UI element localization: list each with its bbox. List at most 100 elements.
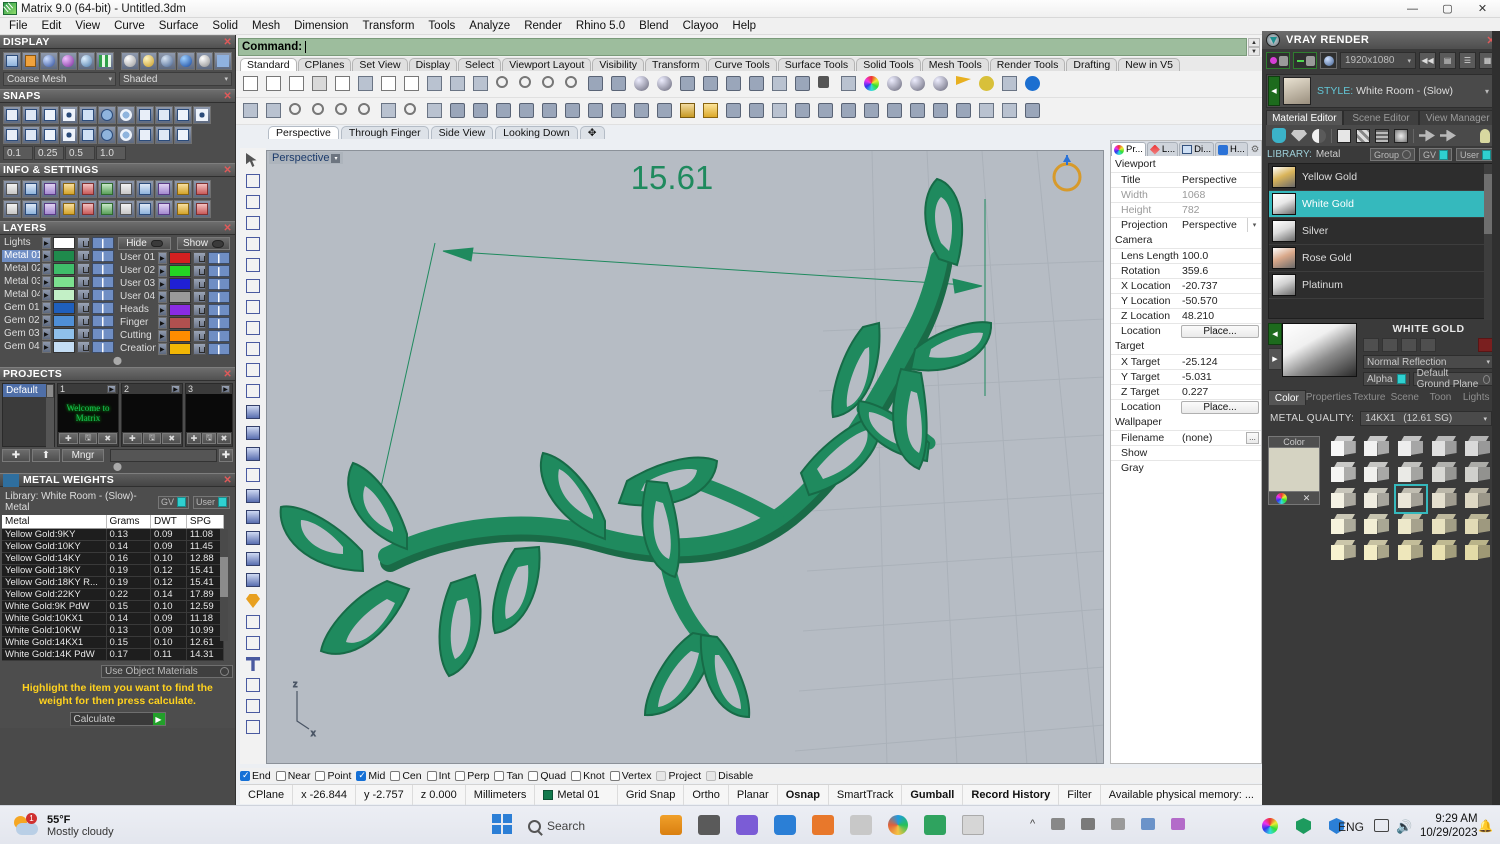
layer-row-heads[interactable]: Heads ▶ ❙ <box>118 304 231 316</box>
lock-icon[interactable] <box>77 263 90 275</box>
vray-gv-button[interactable]: GV <box>1418 148 1452 161</box>
rectangle-icon[interactable] <box>242 297 264 317</box>
status-toggle-planar[interactable]: Planar <box>729 784 778 805</box>
open-file-icon[interactable] <box>262 73 284 95</box>
layer-name[interactable]: Gem 04 <box>2 341 40 353</box>
status-toggle-osnap[interactable]: Osnap <box>778 784 829 805</box>
lock-icon[interactable] <box>193 343 206 355</box>
layer-color-swatch[interactable] <box>168 317 192 329</box>
render-draft-icon[interactable] <box>1293 52 1317 69</box>
tint-swatch-15[interactable] <box>1330 514 1357 536</box>
toolbar-tab-solid-tools[interactable]: Solid Tools <box>856 58 921 71</box>
project-up-button[interactable]: ⬆ <box>32 449 60 462</box>
layer-visibility-toggle[interactable]: ❙ <box>207 252 231 264</box>
sphere-gray-icon[interactable] <box>883 73 905 95</box>
pick-material-icon[interactable] <box>1440 129 1456 142</box>
tray-printer-icon[interactable] <box>1051 818 1066 830</box>
zoom-selected-2-icon[interactable] <box>354 100 376 122</box>
layer-visibility-toggle[interactable]: ❙ <box>91 237 115 249</box>
surface-offset-icon[interactable] <box>242 465 264 485</box>
four-view-icon[interactable] <box>607 73 629 95</box>
snap-mode-1-icon[interactable] <box>3 126 21 144</box>
cut-icon[interactable] <box>354 73 376 95</box>
layer-name[interactable]: Metal 01 <box>2 250 40 262</box>
menu-item-edit[interactable]: Edit <box>35 19 69 33</box>
layer-name[interactable]: Finger <box>118 317 156 329</box>
help-icon[interactable] <box>1021 73 1043 95</box>
tray-display-icon[interactable] <box>1374 819 1389 832</box>
menu-item-help[interactable]: Help <box>725 19 763 33</box>
checkbox-icon[interactable] <box>609 770 620 781</box>
directional-light-icon[interactable] <box>814 100 836 122</box>
toolbar-tab-mesh-tools[interactable]: Mesh Tools <box>921 58 989 71</box>
settings-tool-7-icon[interactable] <box>117 200 135 218</box>
layer-row-metal-04[interactable]: Metal 04 ▶ ❙ <box>2 289 115 301</box>
layer-visibility-toggle[interactable]: ❙ <box>91 263 115 275</box>
select-arrow-icon[interactable] <box>242 150 264 170</box>
checkbox-icon[interactable] <box>455 770 466 781</box>
vray-tab-view-manager[interactable]: View Manager <box>1419 110 1497 125</box>
properties-value[interactable]: (none) <box>1179 432 1246 444</box>
reflection-select[interactable]: Normal Reflection ▾ <box>1363 355 1494 369</box>
layer-arrow-icon[interactable]: ▶ <box>41 315 51 327</box>
app-copilot-icon[interactable] <box>660 815 682 835</box>
properties-row-lens-length[interactable]: Lens Length 100.0 <box>1111 248 1261 263</box>
target-point-icon[interactable] <box>768 100 790 122</box>
menu-item-tools[interactable]: Tools <box>421 19 462 33</box>
toolbar-tab-drafting[interactable]: Drafting <box>1066 58 1118 71</box>
osnap-cen[interactable]: Cen <box>390 770 422 782</box>
rotate-view-icon[interactable] <box>584 73 606 95</box>
style-prev-button[interactable]: ◀ <box>1268 76 1280 106</box>
project-slot-menu-icon[interactable]: ▶ <box>171 385 180 393</box>
vray-tab-scene-editor[interactable]: Scene Editor <box>1342 110 1420 125</box>
snap-6-icon[interactable] <box>98 106 116 124</box>
layer-arrow-icon[interactable]: ▶ <box>41 250 51 262</box>
tint-swatch-0[interactable] <box>1330 436 1357 458</box>
layer-color-swatch[interactable] <box>52 289 76 301</box>
layers-collapse-handle[interactable]: ⬤ <box>2 356 233 365</box>
toolbar-tab-set-view[interactable]: Set View <box>352 58 408 71</box>
layer-color-swatch[interactable] <box>168 252 192 264</box>
menu-item-curve[interactable]: Curve <box>107 19 152 33</box>
lock-icon[interactable] <box>814 73 836 95</box>
properties-value[interactable]: -50.570 <box>1179 295 1261 307</box>
metal-weights-row[interactable]: White Gold:9K PdW 0.15 0.10 12.59 <box>2 600 225 613</box>
layer-arrow-icon[interactable]: ▶ <box>157 317 167 329</box>
app-edge-icon[interactable] <box>888 815 908 835</box>
front-view-icon[interactable] <box>469 100 491 122</box>
rewind-button[interactable]: ◀◀ <box>1419 52 1436 69</box>
arc-icon[interactable] <box>242 234 264 254</box>
properties-row-location[interactable]: Location Place... <box>1111 399 1261 414</box>
app-store-icon[interactable] <box>774 815 796 835</box>
metal-weights-row[interactable]: Yellow Gold:18KY R... 0.19 0.12 15.41 <box>2 576 225 589</box>
layer-visibility-toggle[interactable]: ❙ <box>91 328 115 340</box>
snap-mode-5-icon[interactable] <box>79 126 97 144</box>
tray-sync-icon[interactable] <box>1171 818 1186 830</box>
sphere-icon[interactable] <box>242 423 264 443</box>
viewport-tab-add[interactable]: ✥ <box>579 126 605 139</box>
properties-value[interactable]: -20.737 <box>1179 280 1261 292</box>
snap-mode-10-icon[interactable] <box>174 126 192 144</box>
properties-tab-help[interactable]: H... <box>1215 142 1248 156</box>
pan-2-icon[interactable] <box>239 100 261 122</box>
array-tool-icon[interactable] <box>242 675 264 695</box>
taskbar-clock[interactable]: 9:29 AM 10/29/2023 <box>1420 812 1478 840</box>
metal-weights-row[interactable]: Yellow Gold:14KY 0.16 0.10 12.88 <box>2 552 225 565</box>
copy-icon[interactable] <box>377 73 399 95</box>
tint-swatch-1[interactable] <box>1364 436 1390 458</box>
material-gray-icon[interactable] <box>158 52 176 70</box>
vray-user-button[interactable]: User <box>1455 148 1495 161</box>
project-slot-1[interactable]: 1 ▶ Welcome to Matrix ✚ 🖫 ✖ <box>57 383 119 447</box>
layer-color-swatch[interactable] <box>168 304 192 316</box>
layer-arrow-icon[interactable]: ▶ <box>157 291 167 303</box>
status-toggle-gumball[interactable]: Gumball <box>902 784 964 805</box>
layer-color-swatch[interactable] <box>168 343 192 355</box>
toolbar-tab-curve-tools[interactable]: Curve Tools <box>707 58 777 71</box>
viewport-name-label[interactable]: Perspective ▾ <box>269 152 344 164</box>
star-light-2-icon[interactable] <box>906 100 928 122</box>
metal-weights-row[interactable]: White Gold:14K PdW 0.17 0.11 14.31 <box>2 648 225 661</box>
sphere-blue-icon[interactable] <box>929 73 951 95</box>
snap-mode-7-icon[interactable] <box>117 126 135 144</box>
flag-icon[interactable] <box>952 73 974 95</box>
linear-light-icon[interactable] <box>860 100 882 122</box>
